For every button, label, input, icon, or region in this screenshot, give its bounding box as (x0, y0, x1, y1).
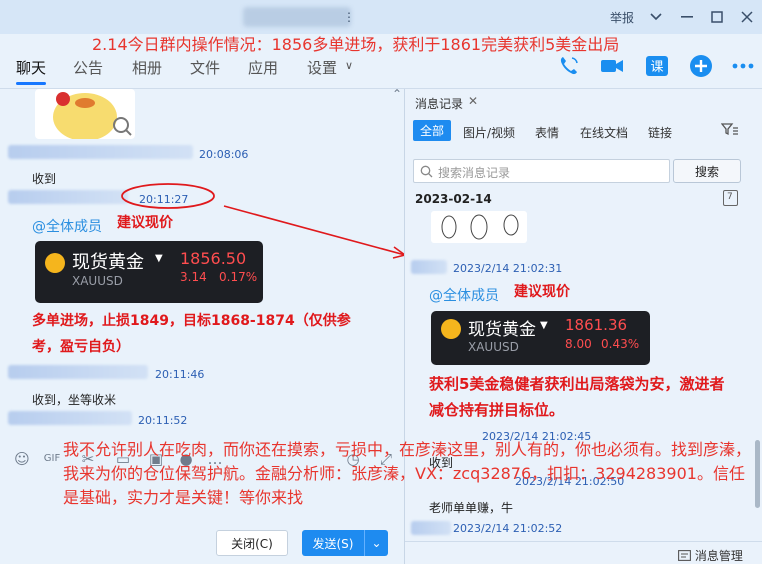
quote-name: 现货黄金 (468, 320, 536, 340)
quote-code: XAUUSD (468, 340, 519, 354)
message-management-link[interactable]: 消息管理 (678, 547, 743, 564)
time-highlight-ellipse (121, 183, 215, 209)
quote-price: 1861.36 (565, 316, 628, 334)
gold-coin-icon (441, 319, 461, 339)
filter-tabs: 全部 图片/视频 表情 在线文档 链接 (405, 118, 762, 144)
record-time: 2023/2/14 21:02:52 (453, 522, 563, 535)
send-options-button[interactable]: ⌄ (364, 530, 388, 556)
filter-emoji[interactable]: 表情 (535, 124, 559, 141)
sender-name-blurred (411, 260, 447, 274)
profit-text-line1: 获利5美金稳健者获利出局落袋为安，激进者 (429, 375, 725, 393)
filter-docs[interactable]: 在线文档 (580, 124, 628, 141)
filter-links[interactable]: 链接 (648, 124, 672, 141)
date-header: 2023-02-14 (415, 192, 492, 206)
filter-all[interactable]: 全部 (413, 120, 452, 141)
suggest-text: 建议现价 (514, 284, 570, 300)
sticker-image[interactable] (431, 211, 527, 243)
panel-tab-title[interactable]: 消息记录 (415, 95, 463, 112)
overlay-ad-text: 我不允许别人在吃肉，而你还在摸索，亏损中，在彦溱这里，别人有的，你也必须有。找到… (63, 440, 752, 507)
search-icon (420, 165, 433, 178)
caret-down-icon: ▼ (540, 320, 548, 331)
send-button[interactable]: 发送(S) (302, 530, 364, 556)
filter-options-icon[interactable] (720, 122, 739, 139)
panel-scrollbar[interactable] (755, 440, 760, 508)
message-management-label: 消息管理 (694, 549, 743, 563)
quote-change-pct: 0.43% (601, 337, 640, 351)
emoji-icon[interactable]: ☺ (12, 450, 32, 470)
record-time: 2023/2/14 21:02:31 (453, 262, 563, 275)
profit-text-line2: 减仓持有拼目标位。 (429, 401, 565, 419)
gif-icon[interactable]: GIF (42, 453, 62, 473)
close-button[interactable]: 关闭(C) (216, 530, 288, 556)
gold-quote-card[interactable]: 现货黄金 ▼ XAUUSD 1861.36 8.00 0.43% (431, 311, 650, 365)
search-placeholder: 搜索消息记录 (438, 166, 511, 180)
history-search-input[interactable]: 搜索消息记录 (413, 159, 670, 183)
annotation-arrow (223, 205, 406, 256)
sender-name-blurred (411, 521, 451, 535)
search-button[interactable]: 搜索 (673, 159, 741, 183)
calendar-icon[interactable]: 7 (723, 190, 738, 206)
mention-all[interactable]: @全体成员 (429, 285, 499, 305)
panel-bottom-divider (405, 541, 762, 542)
filter-media[interactable]: 图片/视频 (463, 124, 515, 141)
message-manage-icon (678, 550, 691, 561)
close-panel-icon[interactable]: ✕ (468, 94, 478, 108)
quote-change: 8.00 (565, 337, 592, 351)
